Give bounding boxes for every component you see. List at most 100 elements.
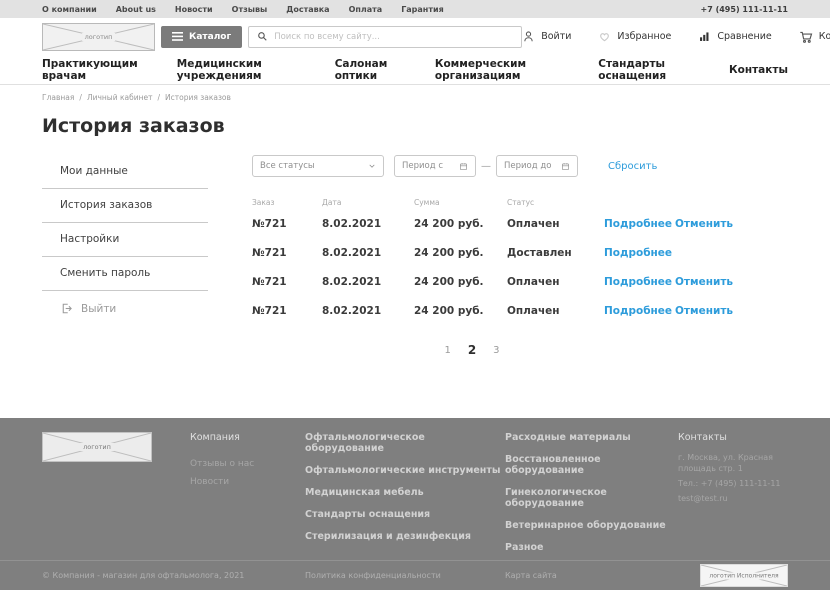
- developer-logo[interactable]: логотип Исполнителя: [700, 564, 788, 587]
- period-to-input[interactable]: Период до: [496, 155, 578, 177]
- logo-label: логотип: [82, 33, 116, 41]
- order-cancel-link[interactable]: Отменить: [675, 305, 788, 317]
- pagination-page[interactable]: 3: [493, 345, 499, 356]
- favorites-button[interactable]: Избранное: [598, 30, 671, 43]
- order-date: 8.02.2021: [322, 218, 414, 230]
- login-button[interactable]: Войти: [522, 30, 571, 43]
- footer-link[interactable]: Отзывы о нас: [190, 459, 305, 469]
- order-status: Оплачен: [507, 218, 604, 230]
- order-sum: 24 200 руб.: [414, 247, 507, 259]
- footer-category-link[interactable]: Разное: [505, 542, 678, 553]
- reset-filters-link[interactable]: Сбросить: [608, 161, 657, 172]
- order-details-link[interactable]: Подробнее: [604, 305, 675, 317]
- footer-category-link[interactable]: Офтальмологическое оборудование: [305, 432, 505, 454]
- order-status: Доставлен: [507, 247, 604, 259]
- table-row: №721 8.02.2021 24 200 руб. Доставлен Под…: [252, 247, 788, 259]
- compare-button[interactable]: Сравнение: [698, 30, 771, 43]
- order-sum: 24 200 руб.: [414, 276, 507, 288]
- footer-logo-label: логотип: [80, 443, 114, 451]
- header-actions: Войти Избранное Сравнение Корзина: [522, 30, 830, 44]
- status-select[interactable]: Все статусы: [252, 155, 384, 177]
- topbar-link[interactable]: Отзывы: [232, 5, 268, 14]
- topbar-link[interactable]: О компании: [42, 5, 97, 14]
- developer-logo-label: логотип Исполнителя: [706, 572, 781, 579]
- cart-icon: [799, 30, 813, 44]
- breadcrumb-item[interactable]: Главная: [42, 93, 74, 102]
- order-cancel-link[interactable]: Отменить: [675, 276, 788, 288]
- sidebar-item[interactable]: Сменить пароль: [42, 257, 208, 291]
- topbar-link[interactable]: Гарантия: [401, 5, 444, 14]
- nav-item[interactable]: Салонам оптики: [335, 58, 411, 82]
- site-logo[interactable]: логотип: [42, 23, 155, 51]
- footer: логотип Компания Отзывы о нас Новости Офт…: [0, 418, 830, 590]
- page-title: История заказов: [0, 102, 830, 137]
- search-box: [248, 26, 522, 48]
- footer-logo[interactable]: логотип: [42, 432, 152, 462]
- period-from-input[interactable]: Период с: [394, 155, 476, 177]
- footer-category-link[interactable]: Стандарты оснащения: [305, 509, 505, 520]
- topbar-links: О компании About us Новости Отзывы Доставка О…: [42, 5, 444, 14]
- footer-category-link[interactable]: Медицинская мебель: [305, 487, 505, 498]
- breadcrumb-separator: /: [79, 93, 82, 102]
- col-header-date: Дата: [322, 198, 414, 207]
- cart-button[interactable]: Корзина: [799, 30, 830, 44]
- nav-item[interactable]: Коммерческим организациям: [435, 58, 574, 82]
- period-to-placeholder: Период до: [504, 161, 551, 171]
- status-select-value: Все статусы: [260, 161, 315, 171]
- orders-content: Все статусы Период с — Период до Сбросит…: [252, 155, 788, 357]
- logout-button[interactable]: Выйти: [42, 291, 208, 315]
- catalog-button[interactable]: Каталог: [161, 26, 242, 48]
- nav-item[interactable]: Стандарты оснащения: [598, 58, 705, 82]
- nav-item[interactable]: Медицинским учреждениям: [177, 58, 311, 82]
- footer-category-link[interactable]: Стерилизация и дезинфекция: [305, 531, 505, 542]
- compare-label: Сравнение: [717, 31, 771, 42]
- footer-company-column: Компания Отзывы о нас Новости: [190, 432, 305, 560]
- topbar-link[interactable]: Доставка: [286, 5, 329, 14]
- sidebar-item[interactable]: Настройки: [42, 223, 208, 257]
- table-row: №721 8.02.2021 24 200 руб. Оплачен Подро…: [252, 305, 788, 317]
- cart-label: Корзина: [819, 31, 830, 42]
- topbar-link[interactable]: Оплата: [349, 5, 383, 14]
- nav-item[interactable]: Контакты: [729, 64, 788, 76]
- topbar-link[interactable]: About us: [116, 5, 156, 14]
- breadcrumb-item[interactable]: Личный кабинет: [87, 93, 153, 102]
- topbar-link[interactable]: Новости: [175, 5, 213, 14]
- topbar: О компании About us Новости Отзывы Доставка О…: [0, 0, 830, 18]
- calendar-icon: [459, 162, 468, 171]
- pagination-page[interactable]: 1: [444, 345, 450, 356]
- user-icon: [522, 30, 535, 43]
- main-content: Мои данныеИстория заказовНастройкиСменит…: [0, 137, 830, 357]
- footer-category-link[interactable]: Ветеринарное оборудование: [505, 520, 678, 531]
- sitemap-link[interactable]: Карта сайта: [505, 571, 700, 580]
- footer-email[interactable]: test@test.ru: [678, 494, 796, 503]
- sidebar-item[interactable]: Мои данные: [42, 155, 208, 189]
- order-number: №721: [252, 305, 322, 317]
- footer-category-link[interactable]: Расходные материалы: [505, 432, 678, 443]
- footer-link[interactable]: Новости: [190, 477, 305, 487]
- topbar-phone: +7 (495) 111-11-11: [701, 5, 788, 14]
- footer-category-link[interactable]: Офтальмологические инструменты: [305, 465, 505, 476]
- footer-category-link[interactable]: Восстановленное оборудование: [505, 454, 678, 476]
- order-status: Оплачен: [507, 276, 604, 288]
- footer-company-title[interactable]: Компания: [190, 432, 305, 443]
- period-from-placeholder: Период с: [402, 161, 443, 171]
- table-row: №721 8.02.2021 24 200 руб. Оплачен Подро…: [252, 276, 788, 288]
- privacy-policy-link[interactable]: Политика конфиденциальности: [305, 571, 505, 580]
- heart-icon: [598, 30, 611, 43]
- nav-item[interactable]: Практикующим врачам: [42, 58, 153, 82]
- login-label: Войти: [541, 31, 571, 42]
- pagination-page[interactable]: 2: [468, 343, 476, 357]
- sidebar-item[interactable]: История заказов: [42, 189, 208, 223]
- search-icon: [257, 31, 268, 42]
- logout-icon: [60, 302, 73, 315]
- chevron-down-icon: [368, 162, 376, 170]
- order-details-link[interactable]: Подробнее: [604, 247, 675, 259]
- breadcrumb-item[interactable]: История заказов: [165, 93, 231, 102]
- order-details-link[interactable]: Подробнее: [604, 218, 675, 230]
- order-cancel-link[interactable]: Отменить: [675, 218, 788, 230]
- footer-top: логотип Компания Отзывы о нас Новости Офт…: [0, 418, 830, 560]
- order-details-link[interactable]: Подробнее: [604, 276, 675, 288]
- order-status: Оплачен: [507, 305, 604, 317]
- search-input[interactable]: [274, 32, 513, 42]
- footer-category-link[interactable]: Гинекологическое оборудование: [505, 487, 678, 509]
